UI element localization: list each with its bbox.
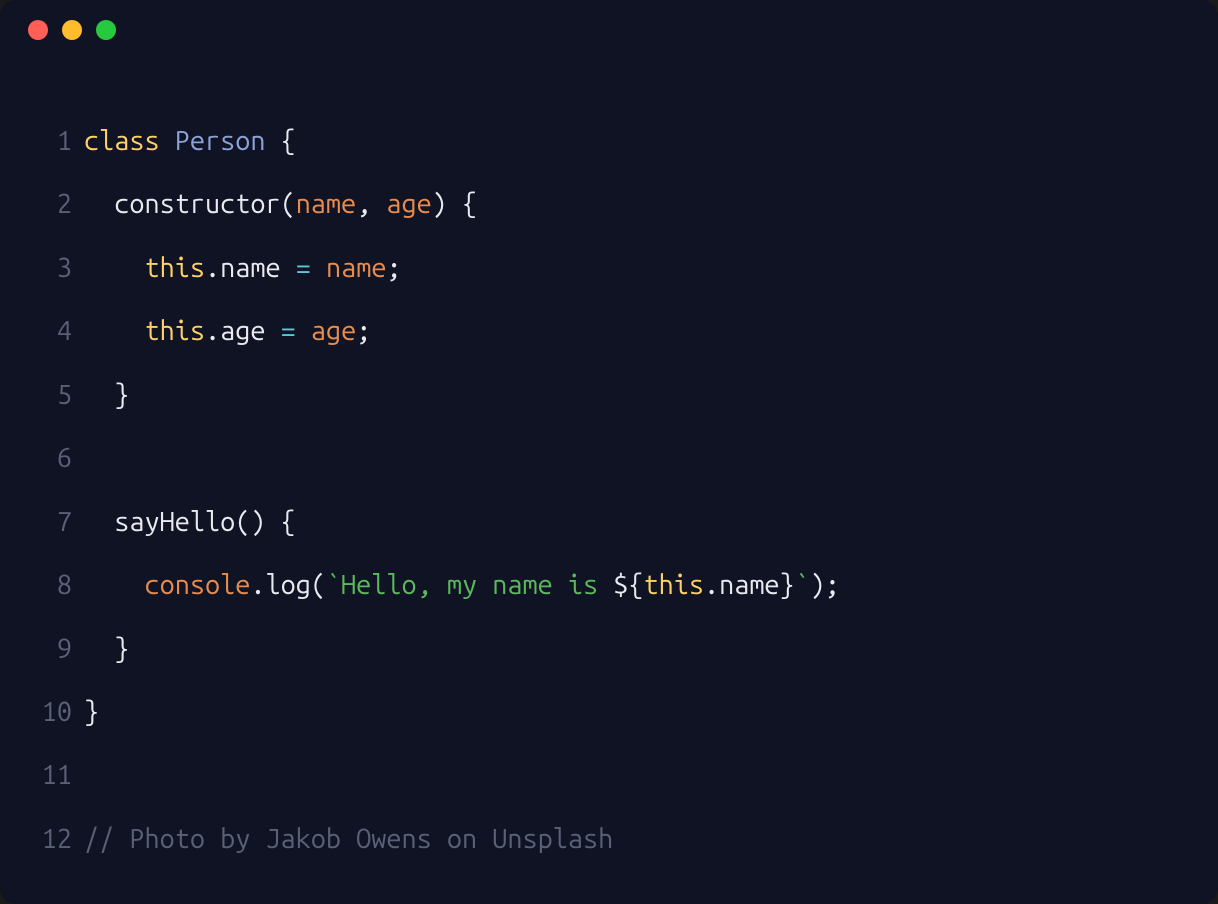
code-token: =	[281, 316, 296, 346]
code-line[interactable]: 10}	[30, 681, 1188, 744]
code-line[interactable]: 7 sayHello() {	[30, 491, 1188, 554]
code-token: // Photo by Jakob Owens on Unsplash	[84, 824, 613, 854]
code-token: .log(	[250, 570, 326, 600]
code-token	[311, 253, 326, 283]
code-line[interactable]: 6	[30, 427, 1188, 490]
code-token: }	[84, 634, 129, 664]
code-token: }	[84, 697, 99, 727]
code-token: this	[144, 316, 204, 346]
code-token: .name	[205, 253, 296, 283]
code-content[interactable]: console.log(`Hello, my name is ${this.na…	[84, 554, 840, 617]
code-token: ) {	[432, 189, 477, 219]
code-token	[84, 316, 144, 346]
line-number: 3	[30, 237, 72, 300]
line-number: 6	[30, 427, 72, 490]
minimize-icon[interactable]	[62, 20, 82, 40]
code-token	[296, 316, 311, 346]
code-line[interactable]: 12 // Photo by Jakob Owens on Unsplash	[30, 808, 1188, 871]
code-token: class	[84, 126, 160, 156]
code-line[interactable]: 9 }	[30, 618, 1188, 681]
line-number: 10	[30, 681, 72, 744]
code-line[interactable]: 5 }	[30, 364, 1188, 427]
code-token: this	[643, 570, 703, 600]
code-token: name	[296, 189, 356, 219]
code-line[interactable]: 2 constructor(name, age) {	[30, 173, 1188, 236]
line-number: 2	[30, 173, 72, 236]
code-token: .name}	[704, 570, 795, 600]
code-content[interactable]: class Person {	[84, 110, 296, 173]
code-token: ${	[613, 570, 643, 600]
code-token: console	[144, 570, 250, 600]
code-token: ,	[356, 189, 386, 219]
code-token: =	[296, 253, 311, 283]
code-token: sayHello() {	[84, 507, 296, 537]
code-token: );	[810, 570, 840, 600]
line-number: 11	[30, 744, 72, 807]
code-token: age	[386, 189, 431, 219]
code-token: ;	[386, 253, 401, 283]
titlebar	[0, 0, 1218, 60]
code-line[interactable]: 1class Person {	[30, 110, 1188, 173]
code-token: ;	[356, 316, 371, 346]
code-token: this	[144, 253, 204, 283]
code-token	[84, 570, 144, 600]
code-token: Person	[175, 126, 266, 156]
code-content[interactable]: // Photo by Jakob Owens on Unsplash	[84, 808, 613, 871]
code-token	[84, 253, 144, 283]
code-content[interactable]: }	[84, 364, 129, 427]
code-content[interactable]: sayHello() {	[84, 491, 296, 554]
code-token: {	[281, 126, 296, 156]
code-token: .age	[205, 316, 281, 346]
code-token: }	[84, 380, 129, 410]
code-token	[160, 126, 175, 156]
code-content[interactable]: }	[84, 681, 99, 744]
line-number: 4	[30, 300, 72, 363]
line-number: 12	[30, 808, 72, 871]
code-token	[265, 126, 280, 156]
code-line[interactable]: 11	[30, 744, 1188, 807]
code-window: 1class Person {2 constructor(name, age) …	[0, 0, 1218, 904]
code-token: name	[326, 253, 386, 283]
code-token: constructor(	[84, 189, 296, 219]
code-line[interactable]: 3 this.name = name;	[30, 237, 1188, 300]
maximize-icon[interactable]	[96, 20, 116, 40]
code-line[interactable]: 8 console.log(`Hello, my name is ${this.…	[30, 554, 1188, 617]
code-token: `Hello, my name is	[326, 570, 613, 600]
code-editor[interactable]: 1class Person {2 constructor(name, age) …	[0, 60, 1218, 901]
line-number: 9	[30, 618, 72, 681]
line-number: 7	[30, 491, 72, 554]
code-token: `	[795, 570, 810, 600]
line-number: 1	[30, 110, 72, 173]
code-content[interactable]: this.name = name;	[84, 237, 402, 300]
code-content[interactable]: constructor(name, age) {	[84, 173, 477, 236]
code-content[interactable]: }	[84, 618, 129, 681]
line-number: 5	[30, 364, 72, 427]
line-number: 8	[30, 554, 72, 617]
code-content[interactable]: this.age = age;	[84, 300, 371, 363]
code-token: age	[311, 316, 356, 346]
close-icon[interactable]	[28, 20, 48, 40]
code-line[interactable]: 4 this.age = age;	[30, 300, 1188, 363]
